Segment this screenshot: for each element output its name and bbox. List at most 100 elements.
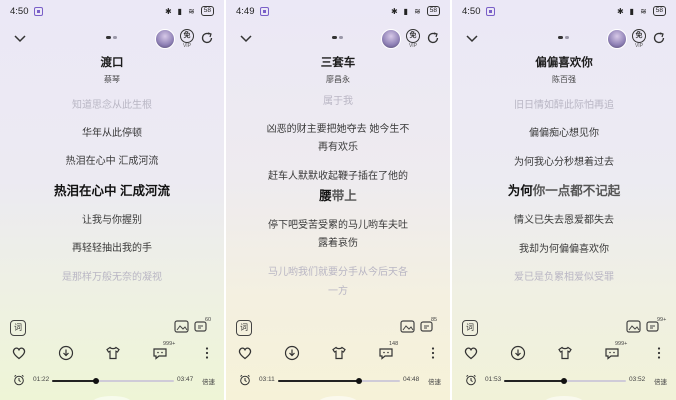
app-notification-icon: [486, 7, 495, 16]
lyric-tools: 词 85: [226, 317, 450, 338]
elapsed-time: 03:11: [259, 376, 275, 383]
lyric-comment-count: 99+: [657, 317, 667, 323]
tshirt-icon[interactable]: [105, 345, 121, 361]
system-icons: ✱ ▮ ≋ 58: [391, 6, 440, 16]
seek-bar[interactable]: [504, 378, 626, 384]
wifi-icon: ≋: [188, 6, 197, 16]
lyric-line: 再轻轻抽出我的手: [72, 243, 152, 254]
free-badge-label: VIP: [182, 43, 192, 49]
status-time: 4:50: [462, 6, 481, 17]
more-icon[interactable]: [199, 345, 215, 361]
battery-icon: 58: [200, 6, 214, 16]
speed-button[interactable]: 倍速: [202, 376, 215, 386]
alarm-icon[interactable]: [465, 374, 477, 386]
more-icon[interactable]: [425, 345, 441, 361]
lyrics-toggle-button[interactable]: 词: [236, 320, 252, 336]
speed-button[interactable]: 倍速: [654, 376, 667, 386]
action-bar: 148: [226, 341, 450, 363]
lyrics-toggle-button[interactable]: 词: [462, 320, 478, 336]
lyric-comment-button[interactable]: 60: [194, 317, 212, 336]
free-listen-button[interactable]: 免 VIP: [630, 29, 648, 49]
system-icons: ✱ ▮ ≋ 58: [165, 6, 214, 16]
player-panel-3: 4:50 ✱ ▮ ≋ 58 免 VIP 偏偏喜欢你 陈百强 旧日情如醉此际怕再追…: [452, 0, 676, 400]
signal-icon: ▮: [629, 6, 637, 16]
tshirt-icon[interactable]: [557, 345, 573, 361]
status-bar: 4:50 ✱ ▮ ≋ 58: [0, 0, 224, 24]
lyrics-toggle-button[interactable]: 词: [10, 320, 26, 336]
seek-bar-fill: [278, 380, 359, 382]
seek-bar[interactable]: [52, 378, 174, 384]
page-dot: [339, 36, 343, 39]
page-dot: [113, 36, 117, 39]
refresh-icon[interactable]: [652, 31, 666, 45]
download-icon[interactable]: [58, 345, 74, 361]
free-listen-button[interactable]: 免 VIP: [404, 29, 422, 49]
refresh-icon[interactable]: [200, 31, 214, 45]
lyric-tools: 词 60: [0, 317, 224, 338]
app-notification-icon: [34, 7, 43, 16]
poster-icon[interactable]: [174, 320, 190, 334]
chevron-down-icon[interactable]: [238, 30, 254, 46]
alarm-icon[interactable]: [13, 374, 25, 386]
more-icon[interactable]: [651, 345, 667, 361]
poster-icon[interactable]: [400, 320, 416, 334]
seek-handle[interactable]: [355, 378, 362, 384]
play-button-glow: [92, 396, 132, 400]
comment-count: 999+: [615, 341, 628, 347]
comment-icon[interactable]: [378, 345, 394, 361]
song-artist[interactable]: 陈百强: [452, 74, 676, 85]
artist-avatar[interactable]: [155, 29, 175, 49]
seek-handle[interactable]: [560, 378, 567, 384]
seek-bar[interactable]: [278, 378, 400, 384]
page-dot: [106, 36, 111, 39]
free-listen-button[interactable]: 免 VIP: [178, 29, 196, 49]
battery-icon: 58: [652, 6, 666, 16]
mute-icon: ✱: [616, 6, 626, 16]
total-time: 04:48: [403, 376, 420, 383]
comment-icon[interactable]: [604, 345, 620, 361]
speed-button[interactable]: 倍速: [428, 376, 441, 386]
lyric-line: 华年从此停顿: [82, 128, 142, 139]
page-indicator: [558, 36, 569, 39]
action-bar: 999+: [0, 341, 224, 363]
lyric-line: 是那样万般无奈的凝视: [62, 272, 162, 283]
comment-icon[interactable]: [152, 345, 168, 361]
song-title: 渡口: [100, 57, 124, 69]
page-indicator: [332, 36, 343, 39]
player-panel-1: 4:50 ✱ ▮ ≋ 58 免 VIP 渡口 蔡琴 知道思念从此生根 华年从此停…: [0, 0, 224, 400]
mute-icon: ✱: [164, 6, 174, 16]
mute-icon: ✱: [390, 6, 400, 16]
heart-icon[interactable]: [11, 345, 27, 361]
lyric-tools: 词 99+: [452, 317, 676, 338]
lyric-line-current: 热泪在心中 汇成河流: [54, 184, 170, 198]
lyric-line: 停下吧受苦受累的马儿哟车夫吐: [268, 220, 408, 231]
chevron-down-icon[interactable]: [12, 30, 28, 46]
page-dot: [332, 36, 337, 39]
heart-icon[interactable]: [237, 345, 253, 361]
play-button-glow: [544, 396, 584, 400]
poster-icon[interactable]: [626, 320, 642, 334]
lyric-line: 为何我心分秒想着过去: [514, 157, 614, 168]
seek-handle[interactable]: [92, 378, 99, 384]
action-bar: 999+: [452, 341, 676, 363]
heart-icon[interactable]: [463, 345, 479, 361]
lyric-line: 让我与你握别: [82, 215, 142, 226]
artist-avatar[interactable]: [607, 29, 627, 49]
tshirt-icon[interactable]: [331, 345, 347, 361]
alarm-icon[interactable]: [239, 374, 251, 386]
chevron-down-icon[interactable]: [464, 30, 480, 46]
lyric-sung-part: 腰: [319, 189, 332, 203]
signal-icon: ▮: [177, 6, 185, 16]
download-icon[interactable]: [510, 345, 526, 361]
song-artist[interactable]: 廖昌永: [226, 74, 450, 85]
song-artist[interactable]: 蔡琴: [0, 74, 224, 85]
player-topbar: 免 VIP: [226, 28, 450, 52]
playback-progress: 03:11 04:48 倍速: [226, 372, 450, 388]
lyric-comment-button[interactable]: 99+: [646, 317, 667, 336]
page-dot: [558, 36, 563, 39]
download-icon[interactable]: [284, 345, 300, 361]
lyric-line: 凶恶的财主要把她夺去 她今生不: [266, 124, 410, 135]
refresh-icon[interactable]: [426, 31, 440, 45]
artist-avatar[interactable]: [381, 29, 401, 49]
lyric-comment-button[interactable]: 85: [420, 317, 438, 336]
